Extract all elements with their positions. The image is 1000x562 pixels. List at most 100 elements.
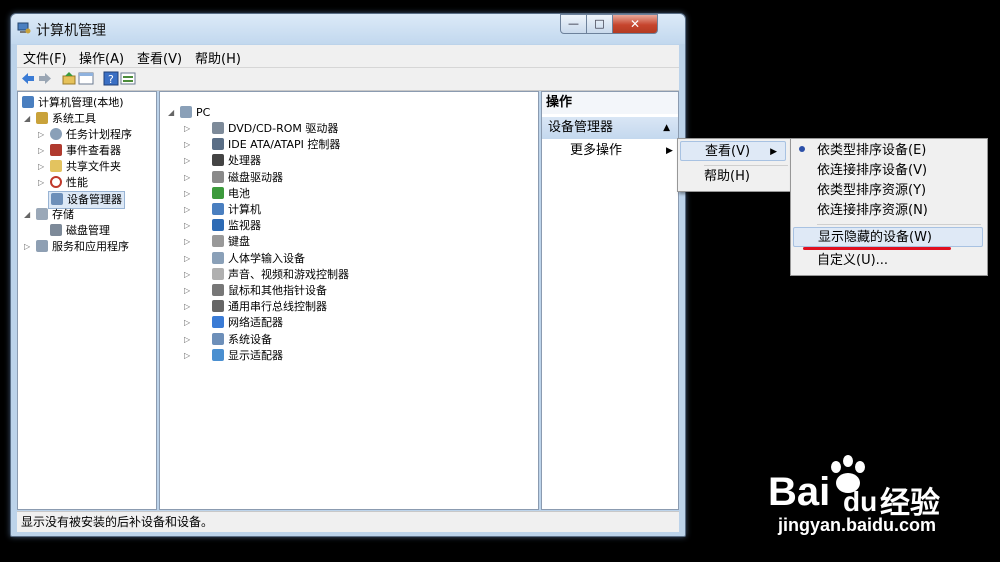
collapse-arrow-icon[interactable]: ◢ xyxy=(24,111,30,127)
expand-arrow-icon[interactable]: ▷ xyxy=(184,299,190,315)
expand-arrow-icon[interactable]: ▷ xyxy=(184,348,190,364)
tree-item-task-scheduler[interactable]: ▷ 任务计划程序 xyxy=(38,127,132,143)
device-category-item[interactable]: ▷ 电池 xyxy=(184,186,250,202)
forward-arrow-icon[interactable] xyxy=(37,71,53,86)
menu-help[interactable]: 帮助(H) xyxy=(195,48,241,67)
device-category-item[interactable]: ▷ 人体学输入设备 xyxy=(184,251,305,267)
device-category-label: 处理器 xyxy=(228,154,261,168)
expand-arrow-icon[interactable]: ▷ xyxy=(184,332,190,348)
computer-management-window: 计算机管理 — □ ✕ 文件(F) 操作(A) 查看(V) 帮助(H) ? 计算… xyxy=(10,13,686,537)
tree-item-computer-management[interactable]: 计算机管理(本地) xyxy=(22,95,124,111)
menu-item-resources-by-connection[interactable]: 依连接排序资源(N) xyxy=(793,201,983,221)
tree-item-performance[interactable]: ▷ 性能 xyxy=(38,175,88,191)
expand-arrow-icon[interactable]: ▷ xyxy=(184,137,190,153)
device-category-label: 声音、视频和游戏控制器 xyxy=(228,267,349,281)
expand-arrow-icon[interactable]: ▷ xyxy=(184,186,190,202)
device-category-icon xyxy=(212,122,224,134)
help-icon[interactable]: ? xyxy=(103,71,119,86)
maximize-button[interactable]: □ xyxy=(586,14,613,34)
device-tree-root[interactable]: ◢ PC xyxy=(168,105,210,121)
expand-arrow-icon[interactable]: ▷ xyxy=(184,153,190,169)
menu-item-view[interactable]: 查看(V) ▶ xyxy=(680,141,786,161)
device-category-item[interactable]: ▷ 显示适配器 xyxy=(184,348,283,364)
pc-icon xyxy=(180,106,192,118)
expand-arrow-icon[interactable]: ▷ xyxy=(184,283,190,299)
device-category-item[interactable]: ▷ 磁盘驱动器 xyxy=(184,170,283,186)
close-icon: ✕ xyxy=(629,17,641,31)
toolbar: ? xyxy=(17,68,679,91)
device-category-item[interactable]: ▷ 网络适配器 xyxy=(184,315,283,331)
device-manager-icon xyxy=(51,193,63,205)
device-category-item[interactable]: ▷ 声音、视频和游戏控制器 xyxy=(184,267,349,283)
expand-arrow-icon[interactable]: ▷ xyxy=(38,143,44,159)
computer-management-icon xyxy=(17,22,31,34)
device-category-label: 键盘 xyxy=(228,235,250,249)
device-category-item[interactable]: ▷ 监视器 xyxy=(184,218,261,234)
expand-arrow-icon[interactable]: ▷ xyxy=(184,170,190,186)
context-menu-view: 依类型排序设备(E) 依连接排序设备(V) 依类型排序资源(Y) 依连接排序资源… xyxy=(790,138,988,276)
expand-arrow-icon[interactable]: ▷ xyxy=(184,267,190,283)
device-category-label: 鼠标和其他指针设备 xyxy=(228,284,327,297)
performance-icon xyxy=(50,176,62,188)
disk-icon xyxy=(50,224,62,236)
tree-item-disk-management[interactable]: 磁盘管理 xyxy=(50,223,110,239)
device-category-item[interactable]: ▷ IDE ATA/ATAPI 控制器 xyxy=(184,137,340,153)
expand-arrow-icon[interactable]: ▷ xyxy=(184,218,190,234)
collapse-arrow-icon[interactable]: ◢ xyxy=(168,105,174,121)
device-category-icon xyxy=(212,170,224,183)
minimize-button[interactable]: — xyxy=(560,14,587,34)
expand-arrow-icon[interactable]: ▷ xyxy=(24,239,30,255)
menu-item-devices-by-connection[interactable]: 依连接排序设备(V) xyxy=(793,161,983,181)
tree-item-system-tools[interactable]: ◢ 系统工具 xyxy=(24,111,96,127)
console-tree-pane: 计算机管理(本地) ◢ 系统工具 ▷ 任务计划程序 ▷ 事件查看器 ▷ 共享文件… xyxy=(17,91,157,510)
expand-arrow-icon[interactable]: ▷ xyxy=(38,127,44,143)
menu-item-help[interactable]: 帮助(H) xyxy=(680,167,786,187)
up-level-icon[interactable] xyxy=(61,71,77,86)
menu-item-resources-by-type[interactable]: 依类型排序资源(Y) xyxy=(793,181,983,201)
device-category-item[interactable]: ▷ DVD/CD-ROM 驱动器 xyxy=(184,121,338,137)
tree-item-services-apps[interactable]: ▷ 服务和应用程序 xyxy=(24,239,129,255)
expand-arrow-icon[interactable]: ▷ xyxy=(184,121,190,137)
show-hide-tree-icon[interactable] xyxy=(78,71,94,86)
tree-item-shared-folders[interactable]: ▷ 共享文件夹 xyxy=(38,159,121,175)
expand-arrow-icon[interactable]: ▷ xyxy=(38,175,44,191)
collapse-arrow-icon[interactable]: ◢ xyxy=(24,207,30,223)
device-category-icon xyxy=(212,267,224,280)
device-category-icon xyxy=(212,316,224,329)
device-category-label: 电池 xyxy=(228,186,250,200)
device-category-label: 显示适配器 xyxy=(228,348,283,362)
device-category-item[interactable]: ▷ 鼠标和其他指针设备 xyxy=(184,283,327,299)
tree-item-storage[interactable]: ◢ 存储 xyxy=(24,207,74,223)
menu-file[interactable]: 文件(F) xyxy=(23,48,67,67)
more-actions-item[interactable]: 更多操作 ▶ xyxy=(570,140,673,162)
tree-item-event-viewer[interactable]: ▷ 事件查看器 xyxy=(38,143,121,159)
watermark-brand-b: du xyxy=(843,486,878,517)
device-category-item[interactable]: ▷ 系统设备 xyxy=(184,332,272,348)
actions-section-device-manager[interactable]: 设备管理器 ▲ xyxy=(542,117,678,139)
title-bar[interactable]: 计算机管理 — □ ✕ xyxy=(11,14,685,44)
status-bar: 显示没有被安装的后补设备和设备。 xyxy=(17,511,679,532)
svg-text:?: ? xyxy=(108,73,114,86)
device-category-item[interactable]: ▷ 计算机 xyxy=(184,202,261,218)
collapse-up-icon[interactable]: ▲ xyxy=(663,117,670,139)
back-arrow-icon[interactable] xyxy=(20,71,36,86)
menu-item-devices-by-type[interactable]: 依类型排序设备(E) xyxy=(793,141,983,161)
device-category-icon xyxy=(212,186,224,199)
menu-item-customize[interactable]: 自定义(U)... xyxy=(793,251,983,271)
device-category-label: 系统设备 xyxy=(228,332,272,346)
maximize-icon: □ xyxy=(594,17,605,30)
device-category-item[interactable]: ▷ 键盘 xyxy=(184,234,250,250)
expand-arrow-icon[interactable]: ▷ xyxy=(184,315,190,331)
properties-icon[interactable] xyxy=(120,71,136,86)
device-category-item[interactable]: ▷ 处理器 xyxy=(184,153,261,169)
folder-icon xyxy=(50,160,62,172)
expand-arrow-icon[interactable]: ▷ xyxy=(184,202,190,218)
menu-item-show-hidden-devices[interactable]: 显示隐藏的设备(W) xyxy=(793,227,983,247)
expand-arrow-icon[interactable]: ▷ xyxy=(38,159,44,175)
close-button[interactable]: ✕ xyxy=(612,14,658,34)
menu-action[interactable]: 操作(A) xyxy=(79,48,124,67)
expand-arrow-icon[interactable]: ▷ xyxy=(184,251,190,267)
menu-view[interactable]: 查看(V) xyxy=(137,48,182,67)
device-category-item[interactable]: ▷ 通用串行总线控制器 xyxy=(184,299,327,315)
expand-arrow-icon[interactable]: ▷ xyxy=(184,234,190,250)
